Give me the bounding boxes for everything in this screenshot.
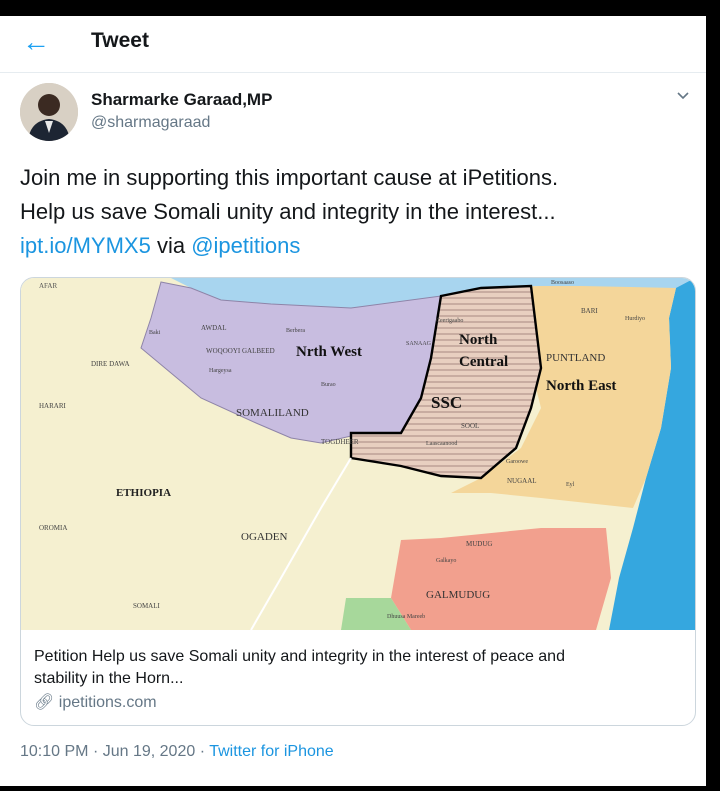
map-label-burao: Burao	[321, 382, 336, 388]
map-label-ethiopia: ETHIOPIA	[116, 487, 171, 499]
map-label-ceerigaabo: Ceerigaabo	[436, 318, 463, 324]
tweet-link[interactable]: ipt.io/MYMX5	[20, 233, 151, 258]
map-label-garoowe: Garoowe	[506, 459, 528, 465]
map-label-baki: Baki	[149, 330, 161, 336]
tweet-source[interactable]: Twitter for iPhone	[209, 743, 334, 760]
map-label-sool: SOOL	[461, 422, 479, 430]
map-label-hurdiyo: Hurdiyo	[625, 316, 645, 322]
map-label-somaliland: SOMALILAND	[236, 407, 309, 419]
map-label-awdal: AWDAL	[201, 324, 227, 332]
map-label-ssc: SSC	[431, 393, 462, 412]
map-label-central: Central	[459, 354, 508, 370]
map-label-north-east: North East	[546, 378, 616, 394]
screen-edge	[706, 16, 720, 791]
link-icon: 🔗︎	[34, 694, 55, 711]
map-label-laascaanood: Laascaanood	[426, 441, 457, 447]
back-button[interactable]: ←	[22, 24, 50, 60]
map-label-bari: BARI	[581, 307, 598, 315]
map-label-galkayo: Galkayo	[436, 558, 456, 564]
card-description-line-2: stability in the Horn...	[34, 670, 184, 687]
author-handle[interactable]: @sharmagaraad	[91, 114, 210, 132]
map-label-somali: SOMALI	[133, 602, 161, 610]
map-label-harari: HARARI	[39, 402, 67, 410]
somalia-map: AFAR AWDAL Baki WOQOOYI GALBEED Hargeysa…	[21, 278, 695, 630]
chevron-down-icon	[677, 92, 689, 100]
arrow-left-icon: ←	[22, 26, 50, 57]
card-description-line-1: Petition Help us save Somali unity and i…	[34, 648, 565, 665]
map-label-bosaso: Boosaaso	[551, 280, 574, 286]
map-label-ogaden: OGADEN	[241, 531, 287, 543]
map-label-sanaag: SANAAG	[406, 341, 432, 347]
via-text: via	[156, 233, 186, 258]
map-label-nrth-west: Nrth West	[296, 344, 362, 360]
map-label-hargeysa: Hargeysa	[209, 368, 232, 374]
top-bar: ← Tweet	[0, 16, 706, 73]
map-label-afar: AFAR	[39, 282, 57, 290]
map-label-nugaal: NUGAAL	[507, 477, 537, 485]
map-label-galmudug: GALMUDUG	[426, 589, 490, 601]
map-label-berbera: Berbera	[286, 328, 305, 334]
author-name[interactable]: Sharmarke Garaad,MP	[91, 90, 272, 110]
map-label-eyl: Eyl	[566, 482, 575, 488]
map-label-dire-dawa: DIRE DAWA	[91, 360, 130, 368]
tweet-line-2: Help us save Somali unity and integrity …	[20, 199, 556, 224]
more-options-button[interactable]	[676, 88, 690, 106]
card-domain: 🔗︎ ipetitions.com	[34, 692, 157, 712]
map-label-togdheer: TOGDHEER	[321, 438, 359, 446]
tweet-line-1: Join me in supporting this important cau…	[20, 165, 559, 190]
map-label-oromia: OROMIA	[39, 524, 67, 532]
avatar[interactable]	[20, 83, 78, 141]
page-title: Tweet	[91, 29, 149, 52]
mention-link[interactable]: @ipetitions	[191, 233, 300, 258]
map-label-woqooyi: WOQOOYI GALBEED	[206, 347, 275, 355]
tweet-date[interactable]: Jun 19, 2020	[103, 743, 196, 760]
tweet-meta: 10:10 PM · Jun 19, 2020 · Twitter for iP…	[20, 743, 334, 760]
map-label-dhuusa-mareeb: Dhuusa Mareeb	[387, 614, 425, 620]
link-card[interactable]: AFAR AWDAL Baki WOQOOYI GALBEED Hargeysa…	[20, 277, 696, 726]
map-label-mudug: MUDUG	[466, 540, 492, 548]
tweet-time[interactable]: 10:10 PM	[20, 743, 88, 760]
map-label-puntland: PUNTLAND	[546, 352, 605, 364]
card-description: Petition Help us save Somali unity and i…	[34, 646, 674, 690]
map-label-north: North	[459, 332, 498, 348]
tweet-screen: ← Tweet Sharmarke Garaad,MP @sharmagaraa…	[0, 16, 706, 786]
tweet-text: Join me in supporting this important cau…	[20, 161, 700, 263]
card-domain-text: ipetitions.com	[58, 694, 157, 711]
